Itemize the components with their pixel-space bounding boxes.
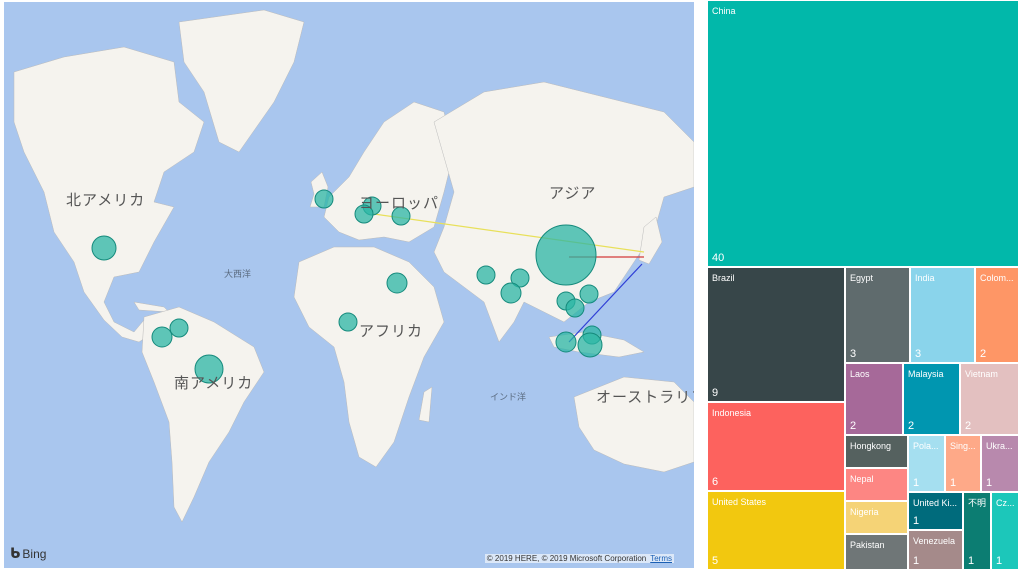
copyright-text: © 2019 HERE, © 2019 Microsoft Corporatio… [486, 554, 647, 563]
treemap-tile-indonesia[interactable]: Indonesia 6 [707, 402, 845, 491]
tile-name: Egypt [850, 273, 874, 283]
bubble-egypt [386, 272, 408, 294]
tile-name: China [712, 6, 736, 16]
tile-name: Venezuela [913, 536, 956, 546]
tile-value: 3 [850, 348, 857, 360]
tile-value: 5 [712, 555, 719, 567]
tile-value: 1 [986, 477, 993, 489]
treemap-tile-brazil[interactable]: Brazil 9 [707, 267, 845, 402]
tile-name: Laos [850, 369, 870, 379]
treemap-tile-colombia[interactable]: Colom... 2 [975, 267, 1019, 363]
tile-name: India [915, 273, 935, 283]
treemap-tile-singapore[interactable]: Sing... 1 [945, 435, 981, 492]
tile-value: 3 [915, 348, 922, 360]
tile-name: 不明 [968, 498, 987, 508]
tile-name: Brazil [712, 273, 735, 283]
treemap-tile-unknown[interactable]: 不明 1 [963, 492, 991, 570]
treemap-tile-venezuela[interactable]: Venezuela 1 [908, 530, 963, 570]
tile-name: United States [712, 497, 767, 507]
tile-name: United Ki... [913, 498, 958, 508]
tile-value: 1 [968, 555, 975, 567]
tile-name: Malaysia [908, 369, 944, 379]
tile-name: Pakistan [850, 540, 885, 550]
tile-name: Indonesia [712, 408, 752, 418]
bing-logo[interactable]: ᑲ Bing [10, 545, 46, 562]
map-canvas[interactable] [4, 2, 694, 568]
treemap-tile-malaysia[interactable]: Malaysia 2 [903, 363, 960, 435]
bubble-pakistan [476, 265, 496, 285]
bubble-nigeria [338, 312, 358, 332]
label-indian-ocean: インド洋 [490, 393, 527, 403]
tile-name: Ukra... [986, 441, 1013, 451]
tile-value: 9 [712, 387, 719, 399]
label-asia: アジア [549, 184, 597, 202]
treemap-tile-hongkong[interactable]: Hongkong [845, 435, 908, 468]
tile-value: 1 [913, 477, 920, 489]
tile-name: Nigeria [850, 507, 879, 517]
tile-value: 1 [996, 555, 1003, 567]
tile-value: 40 [712, 252, 725, 264]
treemap-visual[interactable]: China 40 Brazil 9 Egypt 3 India 3 Colom... 2 … [707, 0, 1022, 570]
tile-name: Sing... [950, 441, 976, 451]
treemap-tile-pakistan[interactable]: Pakistan [845, 534, 908, 570]
tile-value: 2 [980, 348, 987, 360]
tile-value: 1 [913, 515, 920, 527]
treemap-tile-laos[interactable]: Laos 2 [845, 363, 903, 435]
bubble-united-kingdom [314, 189, 334, 209]
tile-name: Hongkong [850, 441, 892, 451]
label-south-america: 南アメリカ [174, 374, 254, 392]
map-visual[interactable]: 北アメリカ ヨーロッパ アジア 大西洋 アフリカ 南アメリカ インド洋 オースト… [4, 2, 694, 568]
treemap-tile-ukraine[interactable]: Ukra... 1 [981, 435, 1019, 492]
label-europe: ヨーロッパ [359, 194, 440, 212]
tile-value: 1 [950, 477, 957, 489]
tile-value: 2 [908, 420, 915, 432]
terms-link[interactable]: Terms [650, 554, 672, 563]
treemap-tile-united-kingdom[interactable]: United Ki... 1 [908, 492, 963, 530]
treemap-tile-united-states[interactable]: United States 5 [707, 491, 845, 570]
treemap-tile-india[interactable]: India 3 [910, 267, 975, 363]
tile-value: 6 [712, 476, 719, 488]
bubble-venezuela [169, 318, 189, 338]
tile-value: 2 [965, 420, 972, 432]
label-atlantic: 大西洋 [224, 270, 252, 280]
bubble-indonesia [577, 332, 603, 358]
label-north-america: 北アメリカ [66, 191, 146, 209]
treemap-tile-nepal[interactable]: Nepal [845, 468, 908, 501]
bubble-colombia [151, 326, 173, 348]
treemap-tile-china[interactable]: China 40 [707, 0, 1019, 267]
label-oceania: オーストラリア [596, 388, 694, 406]
treemap-tile-vietnam[interactable]: Vietnam 2 [960, 363, 1019, 435]
tile-name: Vietnam [965, 369, 998, 379]
map-copyright: © 2019 HERE, © 2019 Microsoft Corporatio… [484, 554, 674, 563]
treemap-tile-czech[interactable]: Cz... 1 [991, 492, 1019, 570]
tile-value: 1 [913, 555, 920, 567]
bubble-malaysia [555, 331, 577, 353]
bing-label: Bing [22, 547, 47, 561]
tile-name: Pola... [913, 441, 939, 451]
bubble-hongkong [579, 284, 599, 304]
treemap-tile-egypt[interactable]: Egypt 3 [845, 267, 910, 363]
tile-name: Colom... [980, 273, 1014, 283]
bubble-india [500, 282, 522, 304]
tile-name: Nepal [850, 474, 874, 484]
bubble-vietnam [565, 298, 585, 318]
label-africa: アフリカ [359, 322, 424, 340]
tile-value: 2 [850, 420, 857, 432]
treemap-tile-poland[interactable]: Pola... 1 [908, 435, 945, 492]
treemap-tile-nigeria[interactable]: Nigeria [845, 501, 908, 534]
bing-icon: ᑲ [10, 545, 21, 561]
bubble-china [535, 224, 597, 286]
tile-name: Cz... [996, 498, 1015, 508]
bubble-united-states [91, 235, 117, 261]
